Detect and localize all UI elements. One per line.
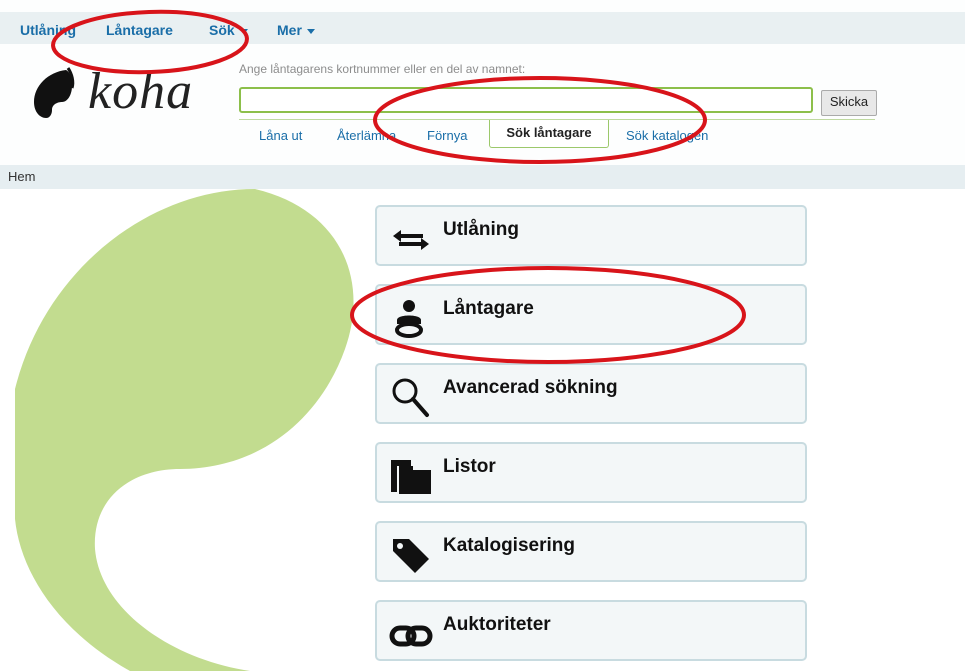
search-hint: Ange låntagarens kortnummer eller en del… bbox=[239, 62, 526, 76]
nav-search-menu[interactable]: Sök bbox=[209, 22, 248, 38]
tab-search-patrons[interactable]: Sök låntagare bbox=[489, 120, 609, 148]
module-label: Katalogisering bbox=[443, 535, 575, 556]
nav-more-menu[interactable]: Mer bbox=[277, 22, 315, 38]
module-patrons[interactable]: Låntagare bbox=[375, 284, 807, 345]
submit-button[interactable]: Skicka bbox=[821, 90, 877, 116]
tab-checkout[interactable]: Låna ut bbox=[259, 128, 302, 143]
koha-leaf-icon bbox=[34, 67, 75, 118]
tab-search-catalog[interactable]: Sök katalogen bbox=[626, 128, 708, 143]
breadcrumb: Hem bbox=[0, 165, 965, 189]
nav-circulation[interactable]: Utlåning bbox=[20, 22, 76, 38]
nav-more-label: Mer bbox=[277, 22, 302, 38]
module-circulation[interactable]: Utlåning bbox=[375, 205, 807, 266]
koha-logo[interactable]: koha bbox=[28, 58, 228, 128]
koha-leaf-background-graphic bbox=[15, 189, 354, 671]
module-label: Utlåning bbox=[443, 219, 519, 240]
chain-link-icon bbox=[389, 625, 433, 647]
module-label: Avancerad sökning bbox=[443, 377, 618, 398]
breadcrumb-home[interactable]: Hem bbox=[8, 169, 35, 184]
module-label: Listor bbox=[443, 456, 496, 477]
chevron-down-icon bbox=[239, 28, 248, 34]
header: Utlåning Låntagare Sök Mer koha Ange lån… bbox=[0, 0, 965, 165]
module-cataloging[interactable]: Katalogisering bbox=[375, 521, 807, 582]
module-label: Auktoriteter bbox=[443, 614, 551, 635]
exchange-arrows-icon bbox=[393, 230, 429, 250]
patron-icon bbox=[395, 300, 423, 338]
top-navigation: Utlåning Låntagare Sök Mer bbox=[0, 12, 965, 44]
tab-renew[interactable]: Förnya bbox=[427, 128, 467, 143]
tab-checkin[interactable]: Återlämna bbox=[337, 128, 396, 143]
module-label: Låntagare bbox=[443, 298, 534, 319]
module-authorities[interactable]: Auktoriteter bbox=[375, 600, 807, 661]
logo-text: koha bbox=[88, 63, 194, 120]
folders-icon bbox=[391, 460, 431, 494]
nav-patrons[interactable]: Låntagare bbox=[106, 22, 173, 38]
module-advanced-search[interactable]: Avancerad sökning bbox=[375, 363, 807, 424]
module-lists[interactable]: Listor bbox=[375, 442, 807, 503]
chevron-down-icon bbox=[306, 28, 315, 34]
nav-search-label: Sök bbox=[209, 22, 235, 38]
magnifier-icon bbox=[392, 378, 429, 417]
patron-search-input[interactable] bbox=[239, 87, 813, 113]
tag-icon bbox=[393, 539, 429, 573]
